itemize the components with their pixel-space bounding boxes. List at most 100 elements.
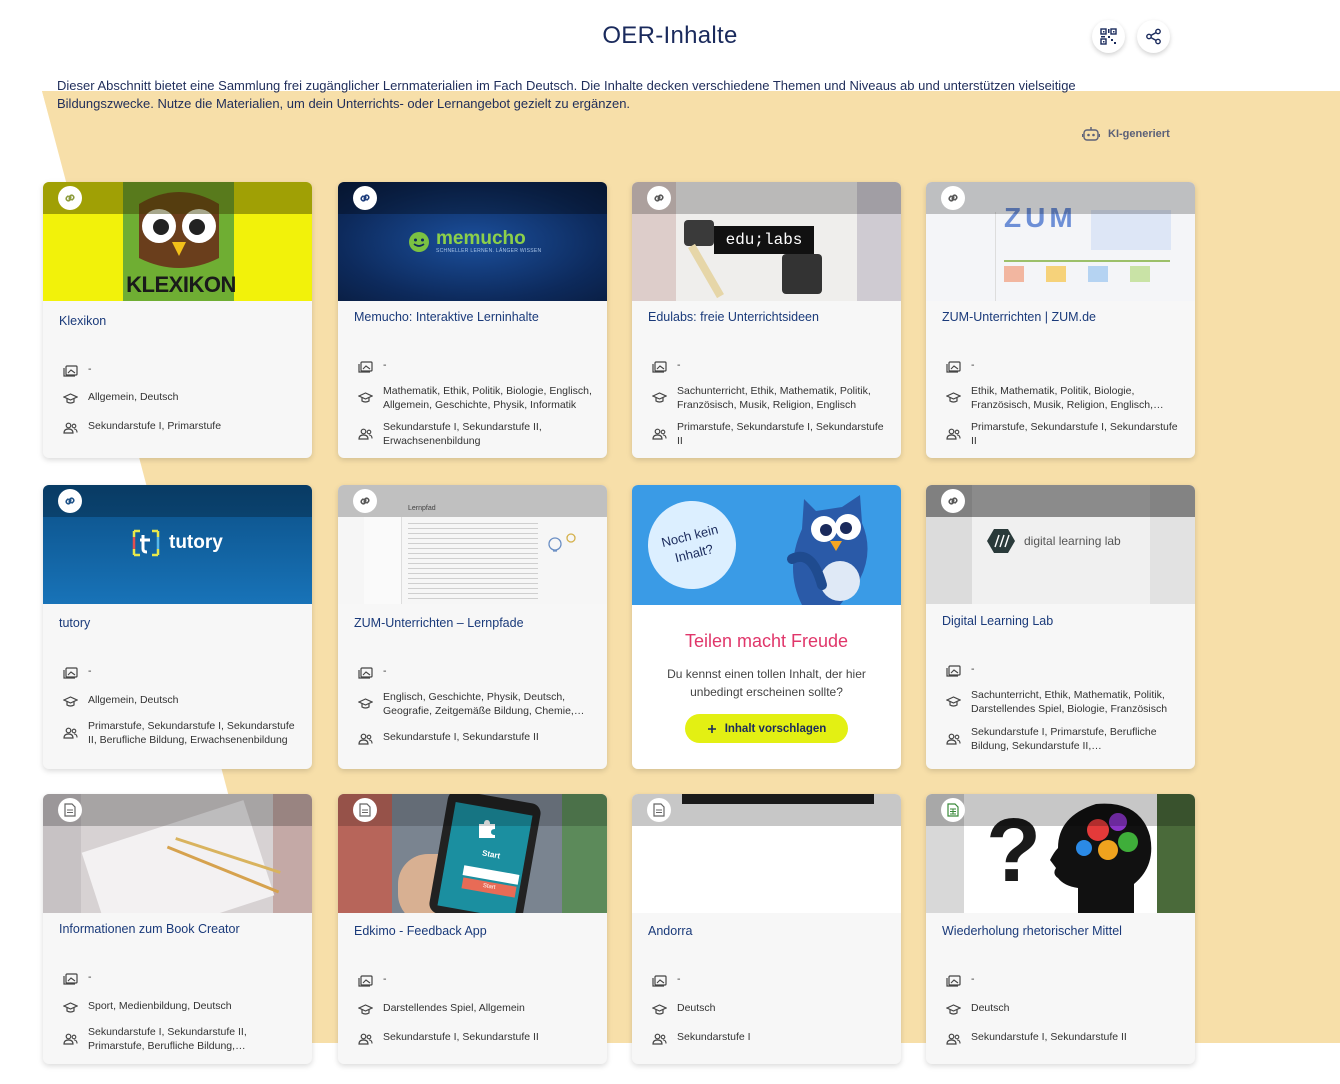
card-title[interactable]: Edkimo - Feedback App (354, 923, 594, 939)
link-icon (654, 194, 664, 202)
klexikon-logo-text: KLEXIKON (126, 272, 236, 297)
card-title[interactable]: Klexikon (59, 313, 299, 329)
card-title[interactable]: tutory (59, 615, 299, 631)
lightbulb-icon (548, 533, 576, 552)
ki-generated-label: KI-generiert (1108, 128, 1170, 140)
content-card-zum[interactable]: ZUM ZUM-Unterrichten | ZUM.de - Ethik, M… (926, 182, 1195, 458)
collection-icon (63, 365, 78, 377)
card-collection-row: - (946, 359, 1186, 374)
collection-icon (652, 361, 667, 373)
card-title[interactable]: Digital Learning Lab (942, 613, 1182, 629)
card-subjects-row: Allgemein, Deutsch (63, 391, 303, 406)
edulabs-logo-text: edu;labs (714, 226, 814, 254)
users-icon (358, 733, 373, 745)
content-card-andorra[interactable]: Andorra - Deutsch Sekundarstufe I (632, 794, 901, 1064)
content-card-tutory[interactable]: tutory tutory - Allgemein, Deutsch Prima… (43, 485, 312, 769)
card-collection-row: - (652, 973, 892, 988)
card-title[interactable]: Andorra (648, 923, 888, 939)
ki-generated-badge: KI-generiert (1082, 126, 1170, 142)
document-icon (64, 803, 76, 817)
card-title[interactable]: Edulabs: freie Unterrichtsideen (648, 309, 888, 325)
graduation-cap-icon (652, 1004, 667, 1015)
dll-logo: digital learning lab (986, 527, 1121, 555)
card-subjects-row: Mathematik, Ethik, Politik, Biologie, En… (358, 385, 598, 412)
collection-icon (946, 665, 961, 677)
card-collection-row: - (358, 973, 598, 988)
oer-page: OER-Inhalte Dieser Abschnitt bietet eine… (0, 0, 1340, 1084)
content-card-memucho[interactable]: memucho SCHNELLER LERNEN. LÄNGER WISSEN … (338, 182, 607, 458)
content-card-edkimo[interactable]: Start Start Edkimo - Feedback App - Dars… (338, 794, 607, 1064)
card-levels-row: Primarstufe, Sekundarstufe I, Sekundarst… (63, 720, 303, 747)
owl-mascot-illustration (787, 495, 868, 605)
card-levels-row: Sekundarstufe I, Sekundarstufe II (358, 731, 598, 746)
link-type-badge (647, 186, 671, 210)
users-icon (652, 428, 667, 440)
share-button[interactable] (1137, 20, 1170, 53)
link-type-badge (353, 186, 377, 210)
collection-icon (946, 975, 961, 987)
link-type-badge (58, 186, 82, 210)
content-card-edulabs[interactable]: edu;labs Edulabs: freie Unterrichtsideen… (632, 182, 901, 458)
card-thumbnail (632, 794, 901, 913)
suggest-content-card: Noch kein Inhalt? Teilen macht Freude Du… (632, 485, 901, 769)
document-type-badge (941, 798, 965, 822)
plus-icon (707, 724, 716, 733)
document-type-badge (353, 798, 377, 822)
card-thumbnail: memucho SCHNELLER LERNEN. LÄNGER WISSEN (338, 182, 607, 301)
card-collection-row: - (358, 359, 598, 374)
collection-icon (358, 975, 373, 987)
suggest-content-button[interactable]: Inhalt vorschlagen (685, 714, 848, 743)
card-thumbnail: edu;labs (632, 182, 901, 301)
graduation-cap-icon (358, 392, 373, 403)
card-title[interactable]: ZUM-Unterrichten – Lernpfade (354, 615, 594, 631)
share-icon (1146, 28, 1161, 45)
memucho-smiley-icon (409, 231, 429, 252)
card-thumbnail: ZUM (926, 182, 1195, 301)
qr-code-button[interactable] (1092, 20, 1125, 53)
content-card-digital-learning-lab[interactable]: digital learning lab Digital Learning La… (926, 485, 1195, 769)
tutory-logo: tutory (131, 527, 223, 559)
card-levels-row: Primarstufe, Sekundarstufe I, Sekundarst… (652, 421, 892, 448)
card-title[interactable]: Informationen zum Book Creator (59, 921, 299, 937)
promo-bubble: Noch kein Inhalt? (638, 491, 746, 599)
graduation-cap-icon (358, 1004, 373, 1015)
users-icon (63, 1033, 78, 1045)
collection-icon (63, 973, 78, 985)
content-card-klexikon[interactable]: KLEXIKON Klexikon - Allgemein, Deutsch S… (43, 182, 312, 458)
card-title[interactable]: ZUM-Unterrichten | ZUM.de (942, 309, 1182, 325)
memucho-logo: memucho SCHNELLER LERNEN. LÄNGER WISSEN (408, 229, 541, 254)
collection-icon (358, 361, 373, 373)
section-description: Dieser Abschnitt bietet eine Sammlung fr… (57, 78, 1076, 111)
card-subjects-row: Sport, Medienbildung, Deutsch (63, 1000, 303, 1015)
card-subjects-row: Ethik, Mathematik, Politik, Biologie, Fr… (946, 385, 1186, 412)
card-thumbnail: ? (926, 794, 1195, 913)
document-type-badge (58, 798, 82, 822)
promo-text: Du kennst einen tollen Inhalt, der hier … (667, 667, 866, 699)
link-type-badge (941, 489, 965, 513)
card-thumbnail: Start Start (338, 794, 607, 913)
content-card-rhetorische-mittel[interactable]: ? Wiederholung rhetorischer Mittel - Deu… (926, 794, 1195, 1064)
document-type-badge (647, 798, 671, 822)
graduation-cap-icon (652, 392, 667, 403)
link-type-badge (58, 489, 82, 513)
users-icon (63, 422, 78, 434)
robot-icon (1082, 127, 1100, 141)
graduation-cap-icon (63, 393, 78, 404)
users-icon (358, 428, 373, 440)
graduation-cap-icon (946, 696, 961, 707)
users-icon (358, 1033, 373, 1045)
qr-code-icon (1100, 28, 1117, 45)
card-title[interactable]: Memucho: Interaktive Lerninhalte (354, 309, 594, 325)
graduation-cap-icon (946, 1004, 961, 1015)
link-icon (948, 194, 958, 202)
collection-icon (946, 361, 961, 373)
spreadsheet-document-icon (947, 803, 959, 817)
card-subjects-row: Deutsch (652, 1002, 892, 1017)
document-icon (653, 803, 665, 817)
content-card-zum-lernpfade[interactable]: Lernpfad ZUM-Unterrichten – Lernpfade - … (338, 485, 607, 769)
card-title[interactable]: Wiederholung rhetorischer Mittel (942, 923, 1182, 939)
users-icon (946, 428, 961, 440)
graduation-cap-icon (946, 392, 961, 403)
content-card-book-creator[interactable]: Informationen zum Book Creator - Sport, … (43, 794, 312, 1064)
graduation-cap-icon (358, 698, 373, 709)
